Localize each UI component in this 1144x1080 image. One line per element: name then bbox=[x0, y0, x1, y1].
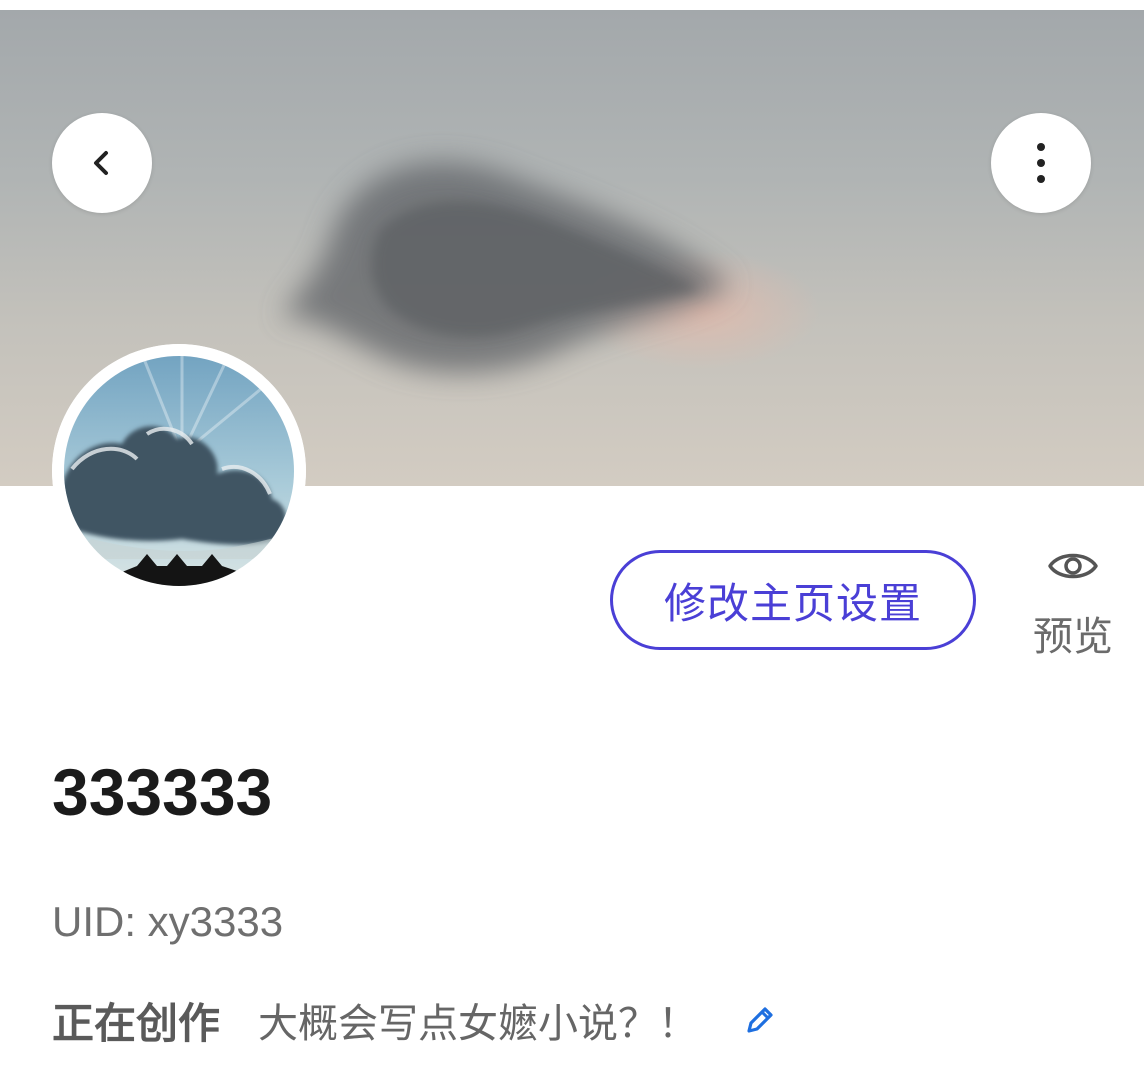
chevron-left-icon bbox=[94, 151, 108, 175]
profile-page: 修改主页设置 预览 333333 UID: xy3333 正在创作 大概会写点女… bbox=[0, 0, 1144, 1080]
pencil-icon bbox=[747, 1007, 773, 1033]
avatar[interactable] bbox=[52, 344, 306, 598]
preview-button[interactable]: 预览 bbox=[1020, 540, 1126, 660]
status-row: 正在创作 大概会写点女嬷小说？！ bbox=[52, 990, 780, 1050]
more-vertical-icon bbox=[1037, 143, 1045, 183]
more-options-button[interactable] bbox=[991, 113, 1091, 213]
preview-label: 预览 bbox=[1033, 614, 1113, 660]
edit-profile-button[interactable]: 修改主页设置 bbox=[610, 550, 976, 650]
edit-profile-label: 修改主页设置 bbox=[663, 578, 922, 628]
eye-icon bbox=[1048, 553, 1098, 579]
nickname: 333333 bbox=[52, 755, 273, 829]
back-button[interactable] bbox=[52, 113, 152, 213]
edit-status-button[interactable] bbox=[740, 1000, 780, 1040]
status-text: 大概会写点女嬷小说？！ bbox=[258, 1001, 699, 1047]
status-label: 正在创作 bbox=[52, 998, 221, 1048]
uid-text: UID: xy3333 bbox=[52, 898, 284, 945]
